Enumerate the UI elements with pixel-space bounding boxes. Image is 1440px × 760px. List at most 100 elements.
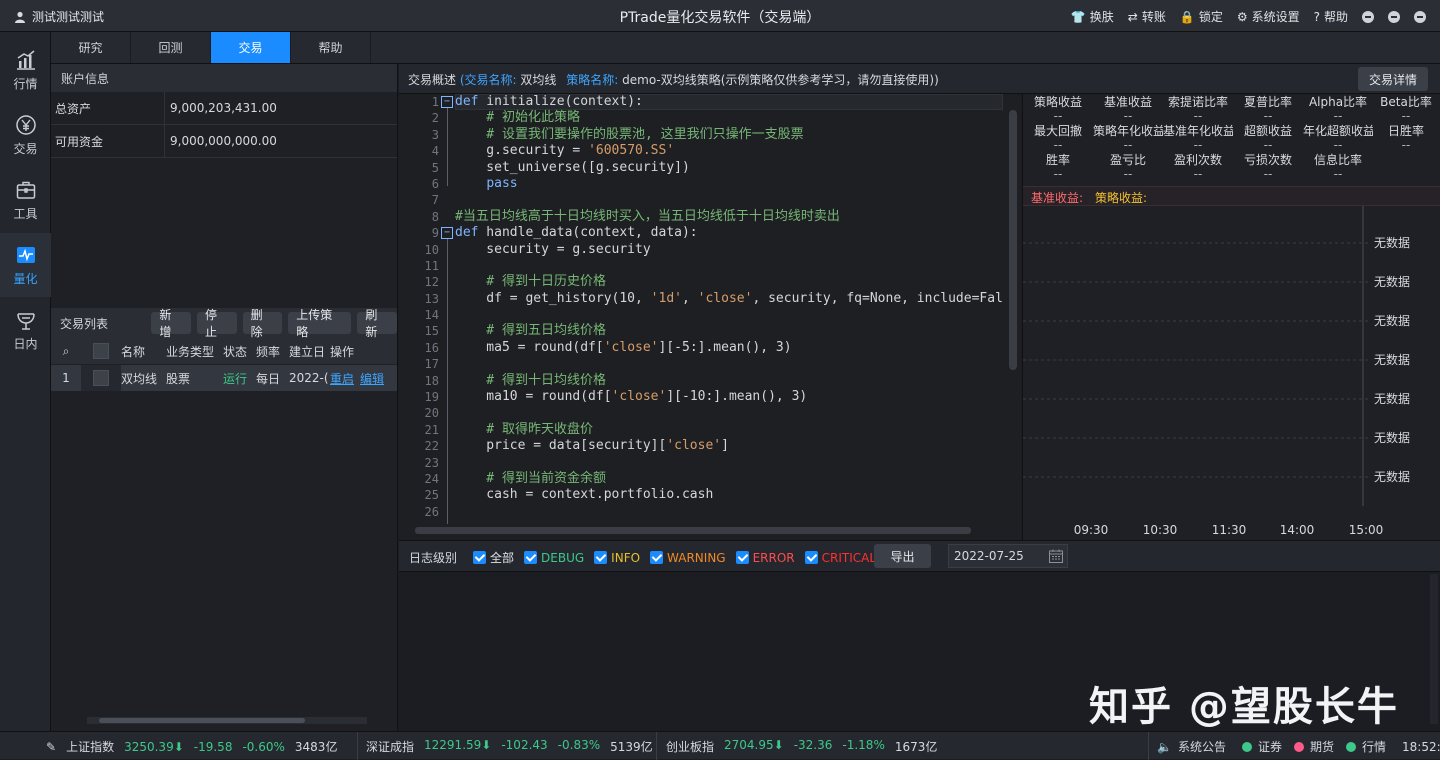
index-price: 3250.39⬇: [124, 739, 184, 754]
trade-hscroll[interactable]: [87, 717, 367, 724]
info-checkbox[interactable]: [594, 551, 608, 564]
stat-label: 胜率: [1045, 153, 1070, 167]
code-line[interactable]: [455, 504, 1003, 520]
code-line[interactable]: cash = context.portfolio.cash: [455, 487, 1003, 503]
code-line[interactable]: g.security = '600570.SS': [455, 143, 1003, 159]
code-text[interactable]: def initialize(context): # 初始化此策略 # 设置我们…: [455, 94, 1003, 524]
upload-strategy-button[interactable]: 上传策略: [288, 308, 352, 339]
minimize-icon[interactable]: [1362, 10, 1374, 23]
log-vscroll[interactable]: [1430, 574, 1438, 724]
lock-button[interactable]: 🔒 锁定: [1180, 8, 1223, 25]
code-editor[interactable]: 1 2 3 4 5 6 7 8 9 10 11 12 13 14 15 16 17 18 19 20 21 22 23 24 2…: [399, 94, 1021, 540]
left-nav: 行情 交易 工具 量化 日内: [0, 32, 51, 731]
code-line[interactable]: # 得到十日历史价格: [455, 274, 1003, 290]
pin-icon[interactable]: ✎: [46, 740, 56, 754]
help-button[interactable]: ? 帮助: [1314, 8, 1348, 25]
code-line[interactable]: set_universe([g.security]): [455, 160, 1003, 176]
date-field[interactable]: 2022-07-25: [948, 544, 1068, 568]
line-gutter: 1 2 3 4 5 6 7 8 9 10 11 12 13 14 15 16 17 18 19 20 21 22 23 24 2…: [399, 94, 439, 524]
stat-item: 盈亏比 --: [1093, 153, 1163, 181]
overview-bar: 交易概述 (交易名称: 双均线 策略名称: demo-双均线策略(示例策略仅供参…: [399, 64, 1440, 94]
code-line[interactable]: [455, 405, 1003, 421]
all-checkbox[interactable]: [473, 551, 487, 564]
level-all: 全部: [490, 551, 515, 565]
table-row[interactable]: 1 双均线 股票 运行 每日 2022-( 重启 编辑: [51, 365, 397, 391]
code-line[interactable]: # 设置我们要操作的股票池, 这里我们只操作一支股票: [455, 127, 1003, 143]
restart-link[interactable]: 重启: [330, 370, 360, 387]
stat-item: 策略年化收益 --: [1093, 124, 1163, 152]
code-line[interactable]: #当五日均线高于十日均线时买入，当五日均线低于十日均线时卖出: [455, 209, 1003, 225]
tab-trade[interactable]: 交易: [211, 32, 291, 63]
code-line[interactable]: [455, 455, 1003, 471]
code-line[interactable]: df = get_history(10, '1d', 'close', secu…: [455, 291, 1003, 307]
divider: [656, 732, 657, 760]
editor-vscroll[interactable]: [1009, 110, 1017, 370]
critical-checkbox[interactable]: [804, 551, 818, 564]
nav-trade[interactable]: 交易: [0, 103, 51, 167]
settings-button[interactable]: ⚙ 系统设置: [1237, 8, 1300, 25]
system-notice[interactable]: 系统公告: [1178, 738, 1226, 755]
transfer-button[interactable]: ⇄ 转账: [1128, 8, 1166, 25]
tab-help[interactable]: 帮助: [291, 32, 371, 63]
editor-hscroll[interactable]: [415, 527, 971, 534]
index-price: 12291.59⬇: [424, 738, 492, 752]
refresh-button[interactable]: 刷新: [357, 308, 397, 339]
index-shenzhen[interactable]: 深证成指 12291.59⬇ -102.43 -0.83% 5139亿: [366, 738, 653, 755]
stat-value: --: [1053, 109, 1063, 123]
close-icon[interactable]: [1414, 10, 1426, 23]
delete-button[interactable]: 删除: [242, 308, 283, 339]
log-output[interactable]: 知乎 @望股长牛: [399, 572, 1440, 731]
code-line[interactable]: security = g.security: [455, 242, 1003, 258]
account-row-total: 总资产 9,000,203,431.00: [51, 92, 397, 125]
trade-table-header: ⌕ 名称 业务类型 状态 频率 建立日 操作: [51, 338, 397, 364]
chart-time-label: 10:30: [1143, 523, 1178, 537]
code-line[interactable]: pass: [455, 176, 1003, 192]
code-line[interactable]: [455, 356, 1003, 372]
row-checkbox[interactable]: [93, 370, 109, 386]
nav-market[interactable]: 行情: [0, 38, 51, 102]
code-line[interactable]: # 初始化此策略: [455, 110, 1003, 126]
code-line[interactable]: # 得到当前资金余额: [455, 471, 1003, 487]
index-change: -32.36: [793, 738, 833, 752]
skin-button[interactable]: 👕 换肤: [1071, 8, 1114, 25]
code-line[interactable]: # 取得昨天收盘价: [455, 422, 1003, 438]
code-line[interactable]: [455, 258, 1003, 274]
export-button[interactable]: 导出: [874, 544, 931, 568]
tab-backtest[interactable]: 回测: [131, 32, 211, 63]
trade-detail-button[interactable]: 交易详情: [1358, 67, 1428, 91]
code-line[interactable]: ma5 = round(df['close'][-5:].mean(), 3): [455, 340, 1003, 356]
index-chinext[interactable]: 创业板指 2704.95⬇ -32.36 -1.18% 1673亿: [666, 738, 937, 755]
stat-label: 盈利次数: [1173, 153, 1222, 167]
nav-tools[interactable]: 工具: [0, 168, 51, 232]
col-date: 建立日: [289, 344, 326, 359]
fold-icon[interactable]: −: [441, 96, 453, 108]
index-shanghai[interactable]: ✎ 上证指数 3250.39⬇ -19.58 -0.60% 3483亿: [46, 738, 337, 755]
tab-research[interactable]: 研究: [51, 32, 131, 63]
search-icon[interactable]: ⌕: [51, 344, 81, 359]
code-line[interactable]: [455, 307, 1003, 323]
warning-checkbox[interactable]: [650, 551, 664, 564]
add-button[interactable]: 新增: [151, 308, 191, 339]
code-line[interactable]: price = data[security]['close']: [455, 438, 1003, 454]
speaker-icon[interactable]: 🔈: [1157, 740, 1172, 754]
error-checkbox[interactable]: [735, 551, 749, 564]
nav-quant[interactable]: 量化: [0, 233, 51, 297]
code-line[interactable]: def handle_data(context, data):: [455, 225, 1003, 241]
code-line[interactable]: # 得到十日均线价格: [455, 373, 1003, 389]
code-line[interactable]: def initialize(context):: [455, 94, 1003, 110]
calendar-icon[interactable]: [1048, 548, 1064, 567]
nav-intraday[interactable]: 日内: [0, 298, 51, 362]
debug-checkbox[interactable]: [524, 551, 538, 564]
edit-link[interactable]: 编辑: [360, 370, 390, 387]
code-line[interactable]: # 得到五日均线价格: [455, 323, 1003, 339]
fold-icon[interactable]: −: [441, 227, 453, 239]
code-line[interactable]: ma10 = round(df['close'][-10:].mean(), 3…: [455, 389, 1003, 405]
stat-item: 亏损次数 --: [1233, 153, 1303, 181]
log-toolbar: 日志级别 全部 DEBUG INFO WARNING ERROR CRITICA…: [399, 540, 1440, 572]
fold-guide: [447, 108, 448, 186]
restore-icon[interactable]: [1388, 10, 1400, 23]
select-all-checkbox[interactable]: [93, 343, 109, 359]
line-number: 13: [424, 291, 439, 306]
stop-button[interactable]: 停止: [197, 308, 237, 339]
code-line[interactable]: [455, 192, 1003, 208]
